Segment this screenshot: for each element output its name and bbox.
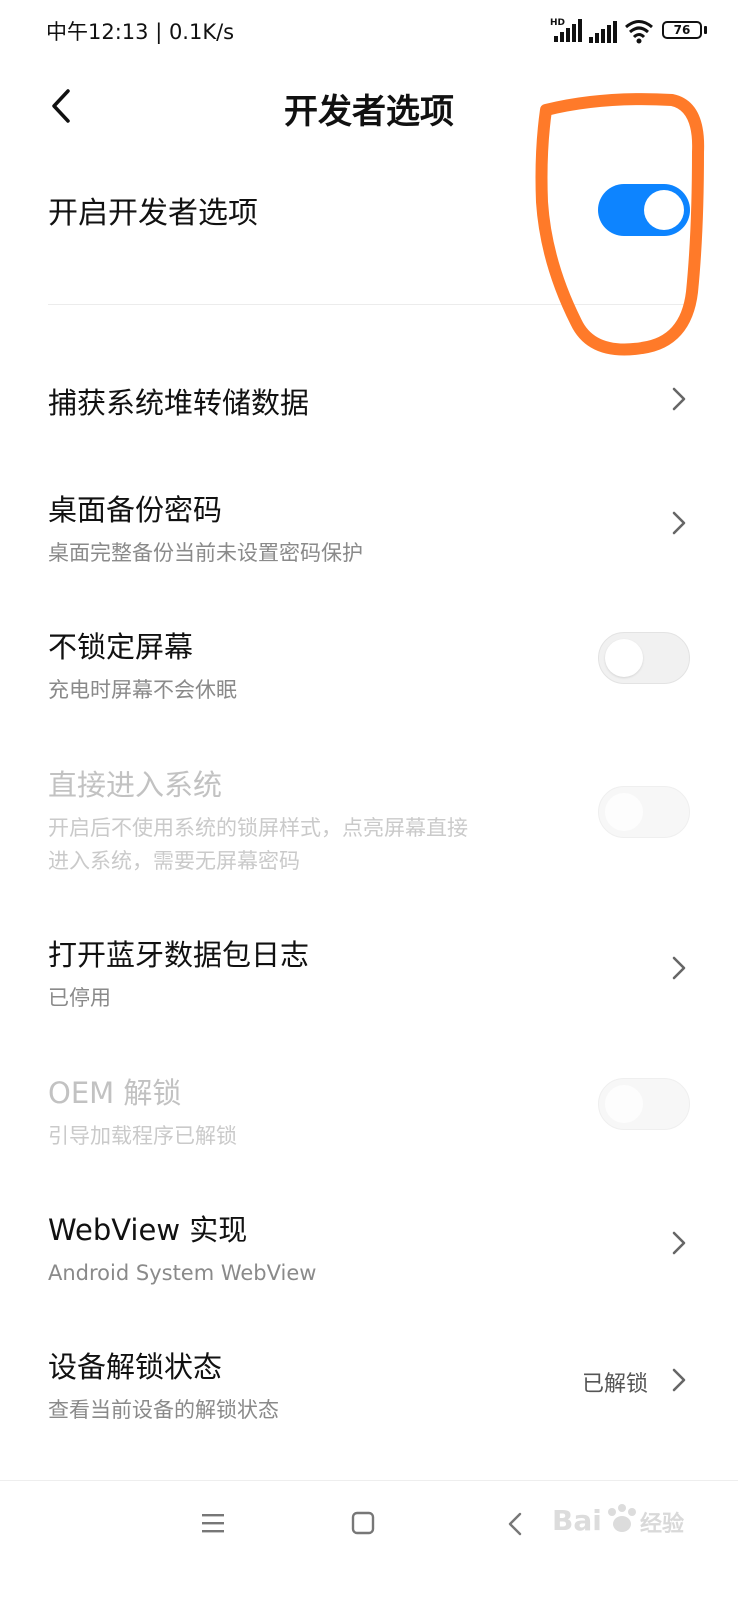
status-bar: 中午12:13 | 0.1K/s HD 76 bbox=[0, 0, 738, 62]
setting-backup-password[interactable]: 桌面备份密码 桌面完整备份当前未设置密码保护 bbox=[48, 487, 690, 567]
setting-webview[interactable]: WebView 实现 Android System WebView bbox=[48, 1207, 690, 1287]
subtitle-line: 开启后不使用系统的锁屏样式，点亮屏幕直接 bbox=[48, 816, 468, 840]
direct-boot-toggle bbox=[598, 786, 690, 838]
setting-device-unlock-status[interactable]: 设备解锁状态 查看当前设备的解锁状态 已解锁 bbox=[48, 1344, 690, 1424]
back-icon[interactable] bbox=[505, 1509, 525, 1539]
setting-subtitle: 充电时屏幕不会休眠 bbox=[48, 678, 237, 702]
home-icon[interactable] bbox=[350, 1510, 376, 1536]
chevron-right-icon bbox=[670, 384, 688, 414]
setting-subtitle: 开启后不使用系统的锁屏样式，点亮屏幕直接 进入系统，需要无屏幕密码 bbox=[48, 812, 568, 878]
setting-subtitle: 引导加载程序已解锁 bbox=[48, 1124, 237, 1148]
divider bbox=[48, 304, 690, 305]
setting-oem-unlock: OEM 解锁 引导加载程序已解锁 bbox=[48, 1070, 690, 1150]
page-title: 开发者选项 bbox=[284, 92, 454, 132]
hd-signal-icon: HD bbox=[550, 18, 582, 42]
svg-text:HD: HD bbox=[550, 18, 565, 28]
master-toggle-switch[interactable] bbox=[598, 184, 690, 236]
setting-bluetooth-log[interactable]: 打开蓝牙数据包日志 已停用 bbox=[48, 932, 690, 1012]
setting-title: WebView 实现 bbox=[48, 1213, 248, 1247]
svg-text:Bai: Bai bbox=[552, 1504, 602, 1537]
setting-title: 直接进入系统 bbox=[48, 768, 223, 802]
battery-level: 76 bbox=[673, 23, 691, 37]
setting-title: 不锁定屏幕 bbox=[48, 630, 194, 664]
wifi-icon bbox=[625, 20, 653, 44]
battery-tip bbox=[704, 26, 707, 34]
header: 开发者选项 bbox=[0, 62, 738, 152]
setting-title: 桌面备份密码 bbox=[48, 493, 223, 527]
status-time-speed: 中午12:13 | 0.1K/s bbox=[46, 20, 235, 44]
setting-subtitle: 查看当前设备的解锁状态 bbox=[48, 1398, 279, 1422]
watermark-text: 经验 bbox=[640, 1512, 685, 1537]
setting-title: 捕获系统堆转储数据 bbox=[48, 386, 310, 420]
setting-subtitle: Android System WebView bbox=[48, 1261, 317, 1285]
setting-subtitle: 桌面完整备份当前未设置密码保护 bbox=[48, 541, 363, 565]
battery-icon: 76 bbox=[662, 21, 702, 39]
setting-heap-dump[interactable]: 捕获系统堆转储数据 bbox=[48, 380, 690, 430]
toggle-knob bbox=[644, 190, 684, 230]
setting-title: 打开蓝牙数据包日志 bbox=[48, 938, 310, 972]
toggle-knob bbox=[605, 793, 643, 831]
chevron-right-icon bbox=[670, 953, 688, 983]
setting-stay-awake[interactable]: 不锁定屏幕 充电时屏幕不会休眠 bbox=[48, 624, 690, 704]
toggle-knob bbox=[605, 639, 643, 677]
toggle-knob bbox=[605, 1085, 643, 1123]
menu-icon[interactable] bbox=[200, 1511, 226, 1535]
setting-direct-boot: 直接进入系统 开启后不使用系统的锁屏样式，点亮屏幕直接 进入系统，需要无屏幕密码 bbox=[48, 762, 690, 873]
master-toggle-label: 开启开发者选项 bbox=[48, 196, 258, 231]
setting-subtitle: 已停用 bbox=[48, 986, 111, 1010]
unlock-status-value: 已解锁 bbox=[581, 1372, 648, 1397]
setting-title: OEM 解锁 bbox=[48, 1076, 182, 1110]
subtitle-line: 进入系统，需要无屏幕密码 bbox=[48, 849, 300, 873]
chevron-right-icon bbox=[670, 1365, 688, 1395]
oem-unlock-toggle bbox=[598, 1078, 690, 1130]
signal-icon bbox=[589, 21, 617, 43]
master-toggle-row[interactable]: 开启开发者选项 bbox=[48, 184, 690, 250]
chevron-right-icon bbox=[670, 508, 688, 538]
chevron-right-icon bbox=[670, 1228, 688, 1258]
stay-awake-toggle[interactable] bbox=[598, 632, 690, 684]
